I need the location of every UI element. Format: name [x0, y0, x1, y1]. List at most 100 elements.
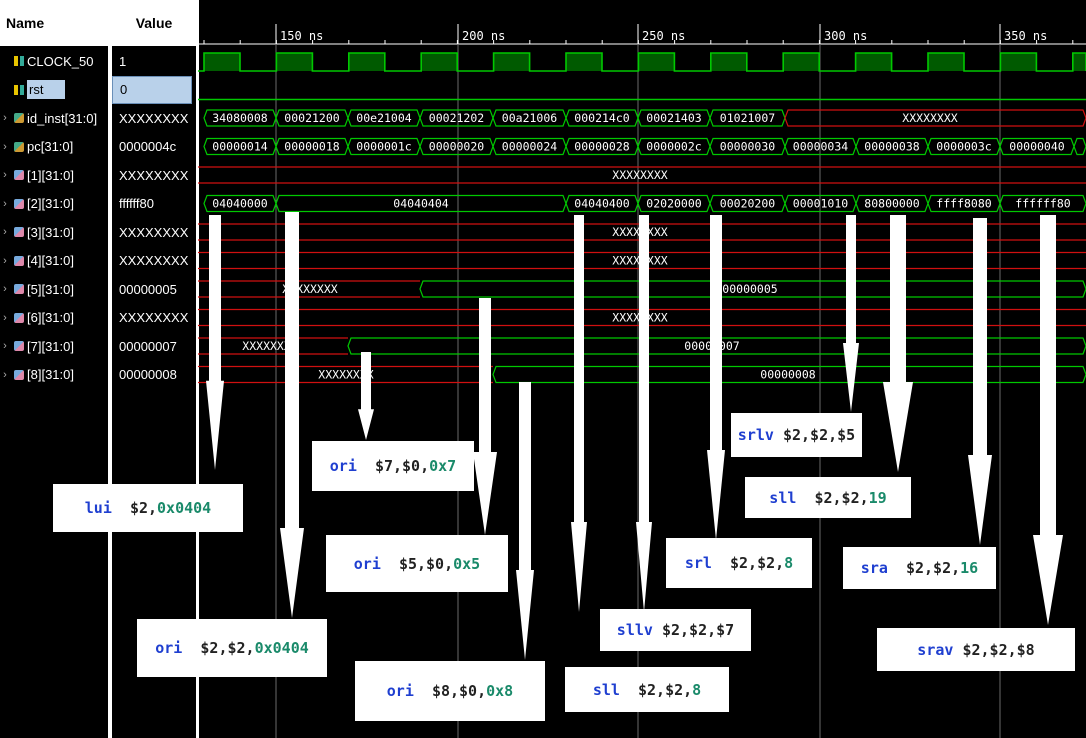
instruction-separator: , — [748, 554, 758, 572]
clock-high-fill — [276, 53, 313, 71]
bus-value: 00e21004 — [356, 111, 411, 125]
signal-value: XXXXXXXX — [119, 224, 189, 240]
array-element-icon — [14, 341, 24, 351]
signal-value: 00000005 — [119, 281, 177, 297]
signal-row[interactable]: › id_inst[31:0] — [0, 104, 108, 132]
instruction-separator: , — [656, 680, 666, 699]
signal-row[interactable]: › [3][31:0] — [0, 218, 108, 246]
bus-signal-icon — [14, 113, 24, 123]
instruction-opcode: srl — [684, 554, 712, 572]
array-element-icon — [14, 227, 24, 237]
instruction-register: $2 — [989, 640, 1008, 659]
instruction-register: $2 — [200, 639, 219, 657]
instruction-separator: , — [951, 559, 961, 577]
expand-chevron-icon[interactable]: › — [0, 255, 10, 267]
expand-chevron-icon[interactable]: › — [0, 283, 10, 295]
signal-row[interactable]: › [8][31:0] — [0, 361, 108, 389]
instruction-spacing — [712, 554, 730, 572]
bus-value: 04040400 — [574, 197, 629, 211]
signal-value: 0 — [112, 75, 192, 104]
bus-value: 00021403 — [646, 111, 701, 125]
time-label: 300 ns — [824, 29, 867, 43]
bus-value: 0000003c — [936, 140, 991, 154]
instruction-separator: , — [859, 488, 869, 507]
instruction-immediate: 16 — [960, 559, 979, 577]
instruction-register: $5 — [837, 426, 856, 444]
instruction-label: sll $2, $2, 8 — [565, 667, 729, 712]
bus-value: 00000038 — [864, 140, 919, 154]
instruction-spacing — [182, 639, 200, 657]
expand-chevron-icon[interactable]: › — [0, 340, 10, 352]
annotation-arrow — [1033, 215, 1063, 625]
instruction-spacing — [381, 555, 399, 573]
instruction-label: ori $2, $2, 0x0404 — [137, 619, 327, 677]
instruction-spacing — [953, 641, 962, 659]
instruction-separator: , — [680, 621, 690, 639]
clock-high-fill — [1000, 53, 1037, 71]
instruction-register: $8 — [431, 682, 450, 700]
signal-row[interactable]: › [1][31:0] — [0, 161, 108, 189]
instruction-opcode: srav — [917, 640, 954, 659]
signal-row[interactable]: › [4][31:0] — [0, 247, 108, 275]
time-label: 250 ns — [642, 29, 685, 43]
signal-row[interactable]: rst — [0, 76, 108, 104]
annotation-arrow — [571, 215, 587, 612]
signal-name: id_inst[31:0] — [27, 110, 98, 126]
bit-signal-icon — [14, 84, 24, 95]
expand-chevron-icon[interactable]: › — [0, 169, 10, 181]
instruction-label: lui $2, 0x0404 — [53, 484, 243, 532]
instruction-spacing — [796, 489, 814, 507]
bus-segment — [1073, 137, 1086, 156]
instruction-label: ori $5, $0, 0x5 — [326, 535, 508, 592]
clock-high-fill — [204, 53, 240, 71]
bit-signal-icon — [14, 56, 24, 66]
signal-row[interactable]: › [5][31:0] — [0, 275, 108, 303]
time-label: 150 ns — [280, 29, 323, 43]
signal-row[interactable]: › [6][31:0] — [0, 304, 108, 332]
instruction-register: $0 — [459, 682, 478, 700]
expand-chevron-icon[interactable]: › — [0, 226, 10, 238]
name-column-header[interactable]: Name — [0, 0, 110, 46]
clock-high-fill — [566, 53, 602, 71]
expand-chevron-icon[interactable]: › — [0, 312, 10, 324]
bus-value: 00000008 — [760, 368, 815, 382]
signal-name: [5][31:0] — [27, 281, 74, 297]
signal-name: [8][31:0] — [27, 367, 74, 382]
signal-row[interactable]: › [2][31:0] — [0, 190, 108, 218]
signal-value: 1 — [119, 53, 127, 69]
expand-chevron-icon[interactable]: › — [0, 369, 10, 381]
signal-row[interactable]: › [7][31:0] — [0, 332, 108, 360]
clock-high-fill — [421, 53, 458, 71]
signal-name: [3][31:0] — [27, 224, 74, 240]
bus-value: XXXXXXXX — [612, 168, 667, 182]
bus-value: 01021007 — [720, 111, 775, 125]
signal-row[interactable]: CLOCK_50 — [0, 47, 108, 75]
value-column-header[interactable]: Value — [112, 0, 196, 46]
instruction-opcode: sra — [860, 559, 888, 577]
instruction-register: $2 — [227, 639, 246, 657]
signal-value: XXXXXXXX — [119, 310, 189, 325]
instruction-separator: , — [801, 426, 811, 444]
instruction-opcode: srlv — [737, 426, 774, 444]
signal-value: XXXXXXXX — [119, 253, 189, 268]
expand-chevron-icon[interactable]: › — [0, 112, 10, 124]
array-element-icon — [14, 369, 24, 380]
instruction-spacing — [414, 682, 432, 700]
signal-row[interactable]: › pc[31:0] — [0, 133, 108, 161]
instruction-label: ori $7, $0, 0x7 — [312, 441, 474, 491]
instruction-register: $2 — [637, 680, 657, 699]
instruction-register: $2 — [782, 426, 802, 444]
signal-name: [7][31:0] — [27, 338, 74, 354]
instruction-register: $2 — [962, 640, 981, 659]
expand-chevron-icon[interactable]: › — [0, 141, 10, 153]
bus-value: 0000001c — [356, 140, 411, 154]
instruction-immediate: 0x5 — [453, 554, 481, 573]
instruction-register: $2 — [689, 621, 708, 639]
instruction-immediate: 0x8 — [486, 682, 514, 700]
instruction-register: $2 — [933, 559, 952, 577]
signal-name: rst — [27, 80, 66, 99]
instruction-separator: , — [393, 457, 403, 475]
expand-chevron-icon[interactable]: › — [0, 198, 10, 210]
instruction-separator: , — [980, 640, 990, 659]
instruction-immediate: 0x7 — [429, 457, 457, 475]
